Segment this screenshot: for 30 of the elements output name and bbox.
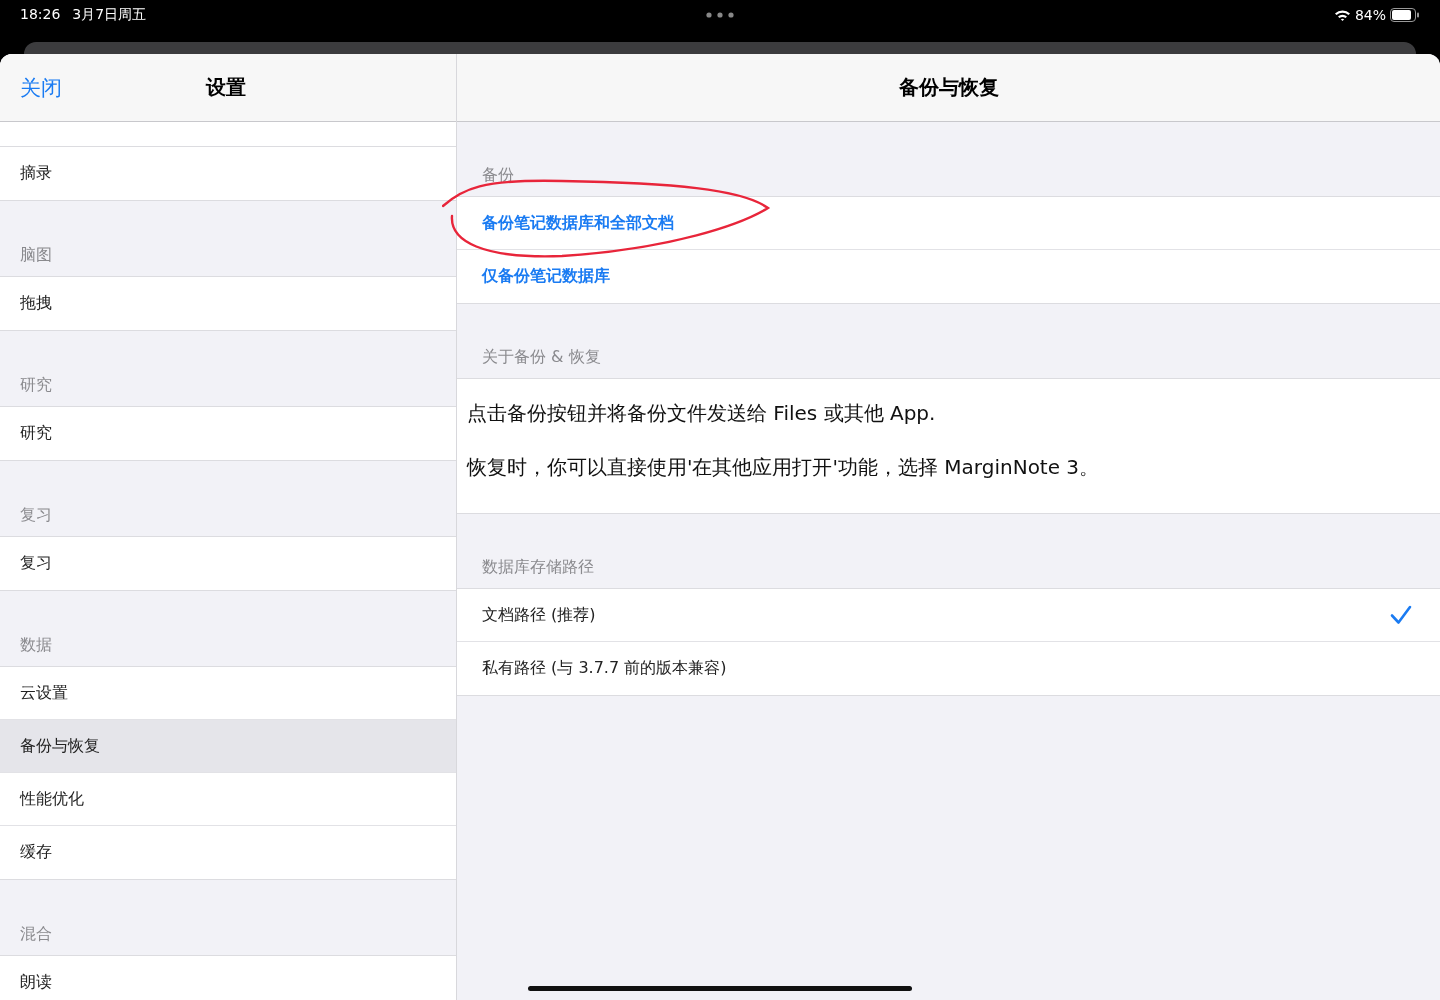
option-label[interactable]: 文档路径 (推荐) (482, 604, 596, 626)
status-date: 3月7日周五 (72, 6, 147, 24)
battery-icon (1390, 8, 1420, 22)
settings-item[interactable]: 朗读 (0, 956, 456, 1000)
settings-item[interactable]: 性能优化 (0, 773, 456, 826)
sidebar-title: 设置 (206, 74, 246, 101)
section-header: 数据 (20, 635, 52, 656)
settings-item[interactable]: 摘录 (0, 147, 456, 200)
section-header: 研究 (20, 375, 52, 396)
info-paragraph: 点击备份按钮并将备份文件发送给 Files 或其他 App. (467, 401, 937, 425)
section-header: 关于备份 & 恢复 (482, 347, 601, 368)
settings-item[interactable]: 复习 (0, 537, 456, 590)
settings-item[interactable]: 拖拽 (0, 277, 456, 330)
action-link[interactable]: 仅备份笔记数据库 (482, 266, 610, 287)
option-label[interactable]: 私有路径 (与 3.7.7 前的版本兼容) (482, 658, 727, 679)
info-paragraph: 恢复时，你可以直接使用'在其他应用打开'功能，选择 MarginNote 3。 (467, 455, 1101, 479)
settings-item[interactable]: 备份与恢复 (0, 720, 456, 773)
settings-item[interactable]: 缓存 (0, 826, 456, 879)
status-time: 18:26 (20, 6, 61, 24)
section-header: 复习 (20, 505, 52, 526)
section-header: 混合 (20, 924, 52, 945)
section-header: 脑图 (20, 245, 52, 266)
section-header: 数据库存储路径 (482, 557, 594, 578)
wifi-icon (1333, 8, 1351, 22)
more-icon[interactable] (706, 12, 734, 18)
close-button[interactable]: 关闭 (16, 73, 66, 102)
settings-item[interactable]: 研究 (0, 407, 456, 460)
action-link[interactable]: 备份笔记数据库和全部文档 (482, 212, 674, 234)
page-title: 备份与恢复 (898, 74, 999, 101)
battery-percent: 84% (1354, 7, 1386, 23)
